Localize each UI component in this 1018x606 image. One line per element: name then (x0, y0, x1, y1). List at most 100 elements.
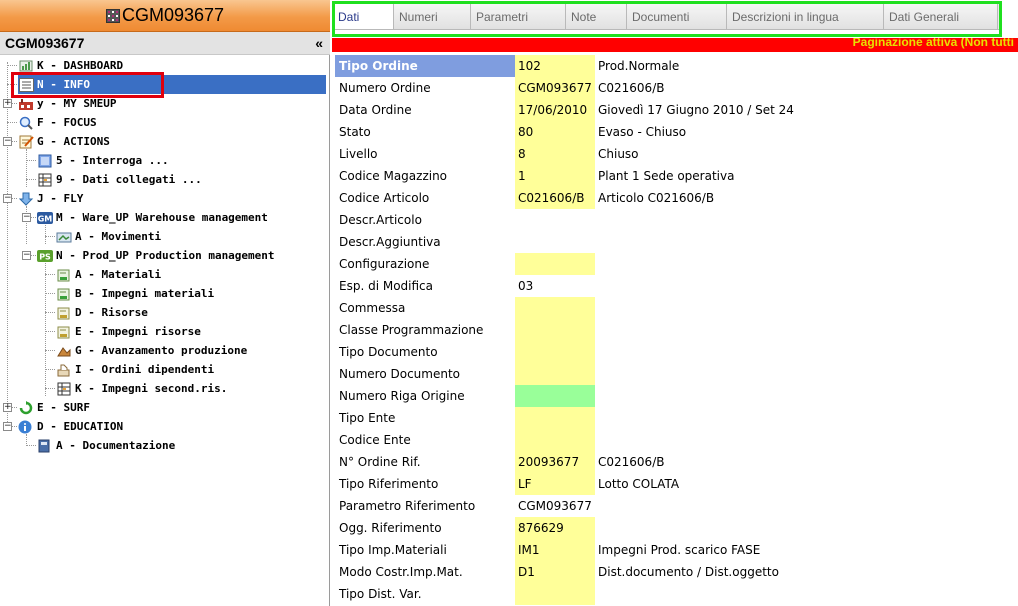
field-value[interactable]: 20093677 (515, 451, 595, 473)
field-row: Codice Magazzino 1 Plant 1 Sede operativa (335, 165, 1018, 187)
field-row: Numero Documento (335, 363, 1018, 385)
tree-item[interactable]: I - Ordini dipendenti (56, 360, 214, 379)
field-value[interactable]: 1 (515, 165, 595, 187)
field-value[interactable]: 8 (515, 143, 595, 165)
refresh-icon (18, 400, 34, 415)
field-label: Numero Riga Origine (339, 389, 465, 403)
tab-documenti[interactable]: Documenti (627, 4, 727, 29)
expand-toggle[interactable]: + (3, 99, 12, 108)
tree-item[interactable]: A - Movimenti (56, 227, 161, 246)
tree-item[interactable]: B - Impegni materiali (56, 284, 214, 303)
field-value[interactable] (515, 253, 595, 275)
field-value[interactable] (515, 231, 595, 253)
expand-toggle[interactable]: − (3, 422, 12, 431)
field-value[interactable]: 102 (515, 55, 595, 77)
field-value[interactable] (515, 583, 595, 605)
tree-item[interactable]: G - Avanzamento produzione (56, 341, 247, 360)
field-value[interactable]: 03 (515, 275, 595, 297)
field-label: Modo Costr.Imp.Mat. (339, 565, 463, 579)
tree-item-label: A - Materiali (75, 268, 162, 281)
ps-icon: PS (37, 248, 53, 263)
tree-item[interactable]: GM M - Ware_UP Warehouse management (37, 208, 268, 227)
tab-descrizioni-in-lingua[interactable]: Descrizioni in lingua (727, 4, 884, 29)
expand-toggle[interactable]: − (22, 213, 31, 222)
tree-item[interactable]: E - SURF (18, 398, 90, 417)
field-value[interactable]: 17/06/2010 (515, 99, 595, 121)
tree-item[interactable]: E - Impegni risorse (56, 322, 201, 341)
tree-item[interactable]: PS N - Prod_UP Production management (37, 246, 275, 265)
tree-item[interactable]: D - EDUCATION (18, 417, 123, 436)
field-value[interactable]: 876629 (515, 517, 595, 539)
tree-item[interactable]: K - DASHBOARD (18, 56, 123, 75)
field-label: Configurazione (339, 257, 430, 271)
tab-note[interactable]: Note (566, 4, 627, 29)
field-description: Evaso - Chiuso (598, 125, 687, 139)
tree-item[interactable]: D - Risorse (56, 303, 148, 322)
tree-item[interactable]: G - ACTIONS (18, 132, 110, 151)
expand-toggle[interactable]: − (22, 251, 31, 260)
tree-item[interactable]: y - MY SMEUP (18, 94, 116, 113)
field-value[interactable]: C021606/B (515, 187, 595, 209)
field-value[interactable] (515, 297, 595, 319)
field-row: Tipo Dist. Var. (335, 583, 1018, 605)
field-row: Numero Ordine CGM093677 C021606/B (335, 77, 1018, 99)
tree-item-label: D - Risorse (75, 306, 148, 319)
field-value[interactable] (515, 363, 595, 385)
field-value[interactable]: CGM093677 (515, 495, 595, 517)
field-value[interactable]: D1 (515, 561, 595, 583)
tab-label: Dati (338, 9, 360, 24)
field-row: Livello 8 Chiuso (335, 143, 1018, 165)
tab-dati-generali[interactable]: Dati Generali (884, 4, 998, 29)
field-row: Tipo Documento (335, 341, 1018, 363)
field-value[interactable] (515, 209, 595, 231)
tree-item[interactable]: F - FOCUS (18, 113, 97, 132)
field-value[interactable]: LF (515, 473, 595, 495)
field-row: Descr.Articolo (335, 209, 1018, 231)
tab-parametri[interactable]: Parametri (471, 4, 566, 29)
tree-item[interactable]: N - INFO (18, 75, 326, 94)
tree-item[interactable]: A - Documentazione (37, 436, 175, 455)
tree-item[interactable]: A - Materiali (56, 265, 161, 284)
expand-toggle[interactable]: − (3, 194, 12, 203)
field-value[interactable]: 80 (515, 121, 595, 143)
field-value[interactable] (515, 429, 595, 451)
resource-icon (56, 324, 72, 339)
field-value[interactable]: CGM093677 (515, 77, 595, 99)
field-value[interactable] (515, 341, 595, 363)
expand-toggle[interactable]: + (3, 403, 12, 412)
tab-dati[interactable]: Dati (333, 4, 394, 29)
expand-toggle[interactable]: − (3, 137, 12, 146)
field-label: Descr.Aggiuntiva (339, 235, 441, 249)
field-label: Parametro Riferimento (339, 499, 476, 513)
tree-item[interactable]: 5 - Interroga ... (37, 151, 169, 170)
field-label: Codice Magazzino (339, 169, 448, 183)
field-row: Tipo Riferimento LF Lotto COLATA (335, 473, 1018, 495)
object-header: CGM093677 « (0, 32, 330, 55)
tab-label: Dati Generali (889, 9, 960, 24)
tree-item-label: A - Movimenti (75, 230, 162, 243)
field-value[interactable]: IM1 (515, 539, 595, 561)
tree-item-label: N - Prod_UP Production management (56, 249, 275, 262)
tree-item-label: M - Ware_UP Warehouse management (56, 211, 268, 224)
tree-item-label: G - Avanzamento produzione (75, 344, 248, 357)
field-row: Codice Articolo C021606/B Articolo C021606… (335, 187, 1018, 209)
tab-label: Numeri (399, 9, 438, 24)
tree-item[interactable]: 9 - Dati collegati ... (37, 170, 202, 189)
tree-item-label: F - FOCUS (37, 116, 97, 129)
tree-item[interactable]: K - Impegni second.ris. (56, 379, 227, 398)
order-icon (56, 362, 72, 377)
field-label: Numero Documento (339, 367, 460, 381)
field-description: Chiuso (598, 147, 639, 161)
collapse-panel-button[interactable]: « (315, 35, 323, 51)
tab-numeri[interactable]: Numeri (394, 4, 471, 29)
tree-item[interactable]: J - FLY (18, 189, 83, 208)
field-value[interactable] (515, 407, 595, 429)
window-title: CGM093677 (121, 5, 225, 25)
field-description: Prod.Normale (598, 59, 680, 73)
field-value[interactable] (515, 385, 595, 407)
field-label: Commessa (339, 301, 406, 315)
field-value[interactable] (515, 319, 595, 341)
field-label: Livello (339, 147, 378, 161)
field-row: Ogg. Riferimento 876629 (335, 517, 1018, 539)
factory-icon (18, 96, 34, 111)
